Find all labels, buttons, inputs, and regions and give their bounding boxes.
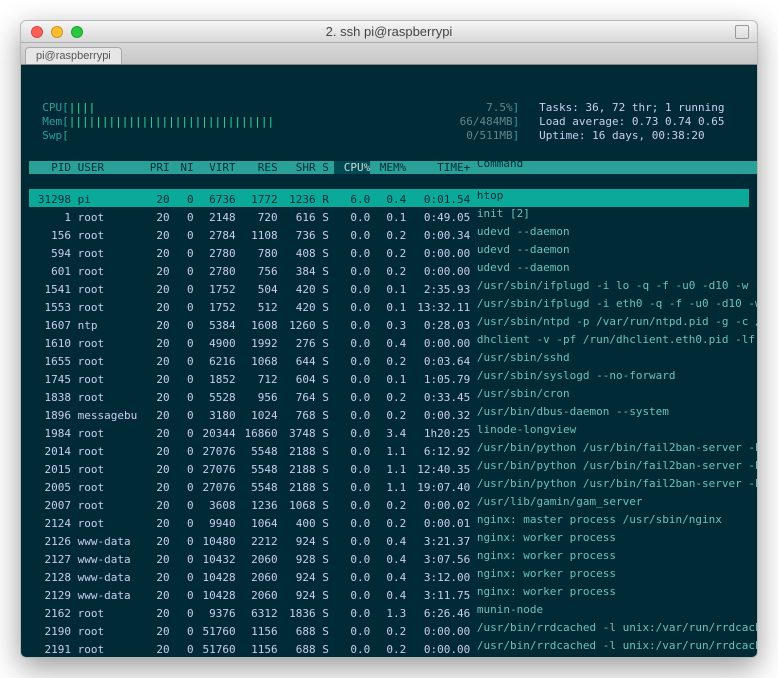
table-row[interactable]: 1607 ntp200538416081260 S0.00.30:28.03 /… xyxy=(29,315,749,333)
table-row[interactable]: 1838 root2005528956764 S0.00.20:33.45 /u… xyxy=(29,387,749,405)
table-row[interactable]: 1 root2002148720616 S0.00.10:49.05 init … xyxy=(29,207,749,225)
titlebar: 2. ssh pi@raspberrypi xyxy=(21,21,757,43)
table-row[interactable]: 2191 root200517601156688 S0.00.20:00.00 … xyxy=(29,639,749,657)
table-row[interactable]: 2126 www-data200104802212924 S0.00.43:21… xyxy=(29,531,749,549)
tasks-line: Tasks: 36, 72 thr; 1 running xyxy=(539,101,724,114)
blank-line xyxy=(29,143,36,156)
table-row[interactable]: 2015 root2002707655482188 S0.01.112:40.3… xyxy=(29,459,749,477)
table-row[interactable]: 1610 root20049001992276 S0.00.40:00.00 d… xyxy=(29,333,749,351)
table-row[interactable]: 2007 root200360812361068 S0.00.20:00.02 … xyxy=(29,495,749,513)
table-row[interactable]: 2162 root200937663121836 S0.01.36:26.46 … xyxy=(29,603,749,621)
tab-session[interactable]: pi@raspberrypi xyxy=(25,47,122,64)
process-list: 31298 pi200673617721236 R6.00.40:01.54 h… xyxy=(29,189,749,657)
table-row[interactable]: 594 root2002780780408 S0.00.20:00.00 ude… xyxy=(29,243,749,261)
table-row[interactable]: 1553 root2001752512420 S0.00.113:32.11 /… xyxy=(29,297,749,315)
table-row[interactable]: 2124 root20099401064400 S0.00.20:00.01 n… xyxy=(29,513,749,531)
table-row[interactable]: 1541 root2001752504420 S0.00.12:35.93 /u… xyxy=(29,279,749,297)
table-row[interactable]: 2128 www-data200104282060924 S0.00.43:12… xyxy=(29,567,749,585)
column-header-row[interactable]: PID USERPRINIVIRTRESSHR SCPU%MEM%TIME+ C… xyxy=(29,157,749,175)
table-row[interactable]: 2005 root2002707655482188 S0.01.119:07.4… xyxy=(29,477,749,495)
tabbar: pi@raspberrypi xyxy=(21,43,757,65)
table-row[interactable]: 2014 root2002707655482188 S0.01.16:12.92… xyxy=(29,441,749,459)
table-row[interactable]: 31298 pi200673617721236 R6.00.40:01.54 h… xyxy=(29,189,749,207)
load-line: Load average: 0.73 0.74 0.65 xyxy=(539,115,724,128)
table-row[interactable]: 2190 root200517601156688 S0.00.20:00.00 … xyxy=(29,621,749,639)
window-title: 2. ssh pi@raspberrypi xyxy=(21,24,757,39)
terminal-body[interactable]: CPU[|||| 7.5%] Tasks: 36, 72 thr; 1 runn… xyxy=(21,65,757,657)
table-row[interactable]: 1896 messagebu20031801024768 S0.00.20:00… xyxy=(29,405,749,423)
table-row[interactable]: 1655 root20062161068644 S0.00.20:03.64 /… xyxy=(29,351,749,369)
mem-meter: Mem[||||||||||||||||||||||||||||||| 66/4… xyxy=(29,115,519,128)
swp-meter: Swp[ 0/511MB] xyxy=(29,129,519,142)
uptime-line: Uptime: 16 days, 00:38:20 xyxy=(539,129,705,142)
terminal-window: 2. ssh pi@raspberrypi pi@raspberrypi CPU… xyxy=(20,20,758,658)
table-row[interactable]: 1745 root2001852712604 S0.00.11:05.79 /u… xyxy=(29,369,749,387)
table-row[interactable]: 1984 root20020344168603748 S0.03.41h20:2… xyxy=(29,423,749,441)
table-row[interactable]: 2129 www-data200104282060924 S0.00.43:11… xyxy=(29,585,749,603)
cpu-meter: CPU[|||| 7.5%] xyxy=(29,101,519,114)
table-row[interactable]: 156 root20027841108736 S0.00.20:00.34 ud… xyxy=(29,225,749,243)
blank-line xyxy=(29,87,36,100)
fullscreen-icon[interactable] xyxy=(735,25,749,39)
table-row[interactable]: 2127 www-data200104322060928 S0.00.43:07… xyxy=(29,549,749,567)
table-row[interactable]: 601 root2002780756384 S0.00.20:00.00 ude… xyxy=(29,261,749,279)
